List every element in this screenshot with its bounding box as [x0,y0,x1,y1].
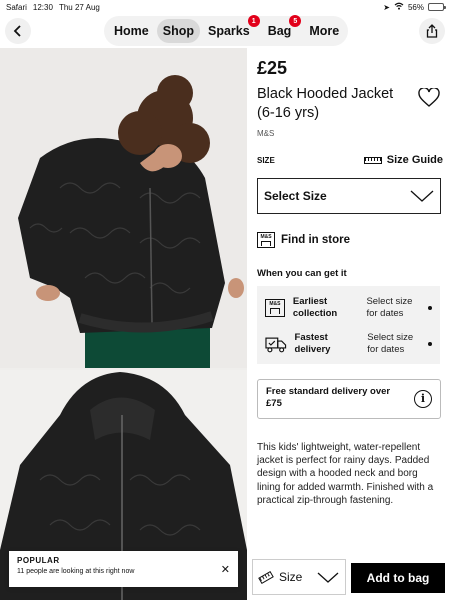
wishlist-button[interactable] [418,87,440,113]
size-heading: SIZE [257,155,275,165]
delivery-option-label: Earliest collection [292,296,338,319]
free-delivery-text: Free standard delivery over £75 [266,386,391,409]
status-time: 12:30 [32,2,53,12]
tab-sparks-label: Sparks [207,24,250,38]
store-collection-icon-text: M&S [269,301,281,307]
delivery-row-fastest[interactable]: Fastest delivery Select size for dates [265,328,432,360]
product-title: Black Hooded Jacket (6-16 yrs) [257,86,394,121]
size-guide-link[interactable]: Size Guide [363,154,443,166]
heart-icon [418,87,440,107]
info-icon[interactable]: i [414,390,432,408]
delivery-options: M&S Earliest collection Select size for … [257,286,440,364]
wifi-icon [394,2,404,12]
size-selector-label: Size [279,570,303,584]
store-collection-icon: M&S [265,299,285,317]
select-size-label: Select Size [264,189,327,203]
model-wearing-jacket-image [18,75,244,368]
tab-more-label: More [309,24,340,38]
tab-more[interactable]: More [303,19,345,43]
find-in-store-label: Find in store [281,234,350,246]
popular-toast: POPULAR 11 people are looking at this ri… [9,551,238,587]
add-to-bag-label: Add to bag [366,571,430,585]
tab-shop[interactable]: Shop [156,19,200,43]
toast-message: 11 people are looking at this right now [17,568,135,575]
size-guide-label: Size Guide [386,154,443,166]
size-row: SIZE Size Guide [257,153,443,167]
battery-percent: 56% [407,2,424,12]
when-get-heading: When you can get it [257,268,347,279]
ruler-icon [363,156,382,164]
delivery-option-label: Fastest delivery [294,332,331,355]
delivery-row-collection[interactable]: M&S Earliest collection Select size for … [265,292,432,324]
product-description: This kids' lightweight, water-repellent … [257,442,434,506]
back-button[interactable] [5,18,31,44]
chevron-down-icon [410,190,434,202]
sparks-badge: 1 [247,15,260,27]
status-bar: Safari 12:30 Thu 27 Aug ➤ 56% [0,0,450,14]
top-nav: Home Shop Sparks 1 Bag 5 More [0,14,450,48]
battery-icon [428,3,446,11]
store-icon: M&S [257,232,275,248]
tab-shop-label: Shop [162,24,194,38]
delivery-option-value: Select size for dates [366,296,413,319]
add-to-bag-button[interactable]: Add to bag [351,563,445,593]
tab-home[interactable]: Home [108,19,155,43]
delivery-truck-icon [265,337,287,353]
tab-sparks[interactable]: Sparks 1 [202,15,260,43]
share-icon [426,24,438,38]
bottom-bar: Size Add to bag [248,553,450,600]
product-brand: M&S [257,129,275,138]
chevron-left-icon [13,25,21,37]
location-icon: ➤ [383,2,390,12]
store-door [261,241,271,246]
product-details: £25 Black Hooded Jacket (6-16 yrs) M&S S… [248,48,450,600]
dot-icon [428,306,432,310]
store-icon-text: M&S [260,234,272,240]
dot-icon [428,342,432,346]
tab-bag-label: Bag [267,24,292,38]
product-price: £25 [257,58,288,78]
status-date: Thu 27 Aug [58,2,100,12]
chevron-down-icon [317,572,339,583]
product-image-model[interactable] [0,48,247,368]
tab-bag[interactable]: Bag 5 [262,15,302,43]
delivery-option-value: Select size for dates [367,332,414,355]
toast-title: POPULAR [17,556,60,565]
size-selector-button[interactable]: Size [252,559,346,595]
tab-home-label: Home [114,24,149,38]
nav-tabs: Home Shop Sparks 1 Bag 5 More [104,15,348,46]
close-icon[interactable]: ✕ [221,563,230,576]
store-collection-door [269,308,280,314]
free-delivery-banner[interactable]: Free standard delivery over £75 i [257,379,441,419]
product-gallery[interactable] [0,48,247,600]
share-button[interactable] [419,18,445,44]
select-size-dropdown[interactable]: Select Size [257,178,441,214]
ruler-icon [258,570,274,584]
find-in-store-link[interactable]: M&S Find in store [257,232,350,248]
status-app: Safari [6,2,27,12]
bag-badge: 5 [289,15,302,27]
